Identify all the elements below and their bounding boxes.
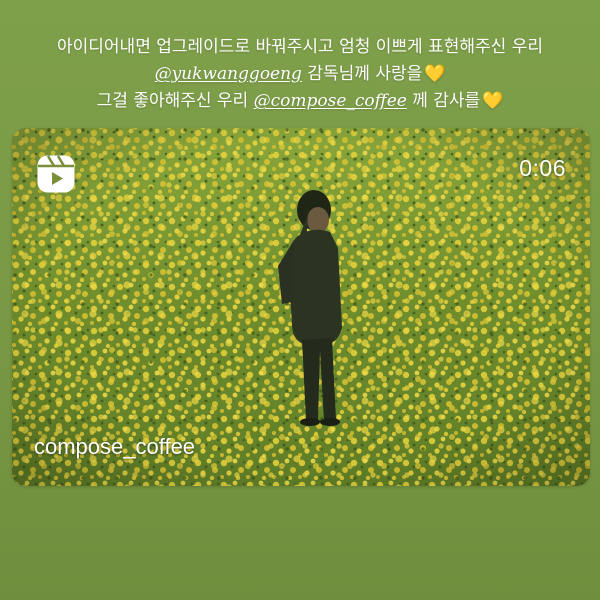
mention-compose-coffee[interactable]: @compose_coffee xyxy=(254,91,407,111)
yellow-heart-icon: 💛 xyxy=(424,64,446,84)
caption-line-3-text: 그걸 좋아해주신 우리 xyxy=(96,91,254,111)
video-duration: 0:06 xyxy=(519,155,566,181)
reels-icon xyxy=(36,154,76,194)
caption-line-2-text: 감독님께 사랑을 xyxy=(301,64,423,84)
caption-line-1: 아이디어내면 업그레이드로 바꿔주시고 엄청 이쁘게 표현해주신 우리 xyxy=(57,37,543,57)
story-caption: 아이디어내면 업그레이드로 바꿔주시고 엄청 이쁘게 표현해주신 우리 @yuk… xyxy=(0,34,600,115)
mention-yukwanggoeng[interactable]: @yukwanggoeng xyxy=(155,64,302,84)
yellow-heart-icon: 💛 xyxy=(482,91,504,111)
caption-line-3-text-2: 께 감사를 xyxy=(406,91,481,111)
caption-line-3: 그걸 좋아해주신 우리 @compose_coffee 께 감사를 💛 xyxy=(0,88,600,115)
shared-reel-card[interactable]: 0:06 compose_coffee xyxy=(12,128,590,486)
reel-author-username[interactable]: compose_coffee xyxy=(34,434,195,460)
caption-line-2: @yukwanggoeng 감독님께 사랑을 💛 xyxy=(0,61,600,88)
reel-video-frame xyxy=(12,128,590,486)
